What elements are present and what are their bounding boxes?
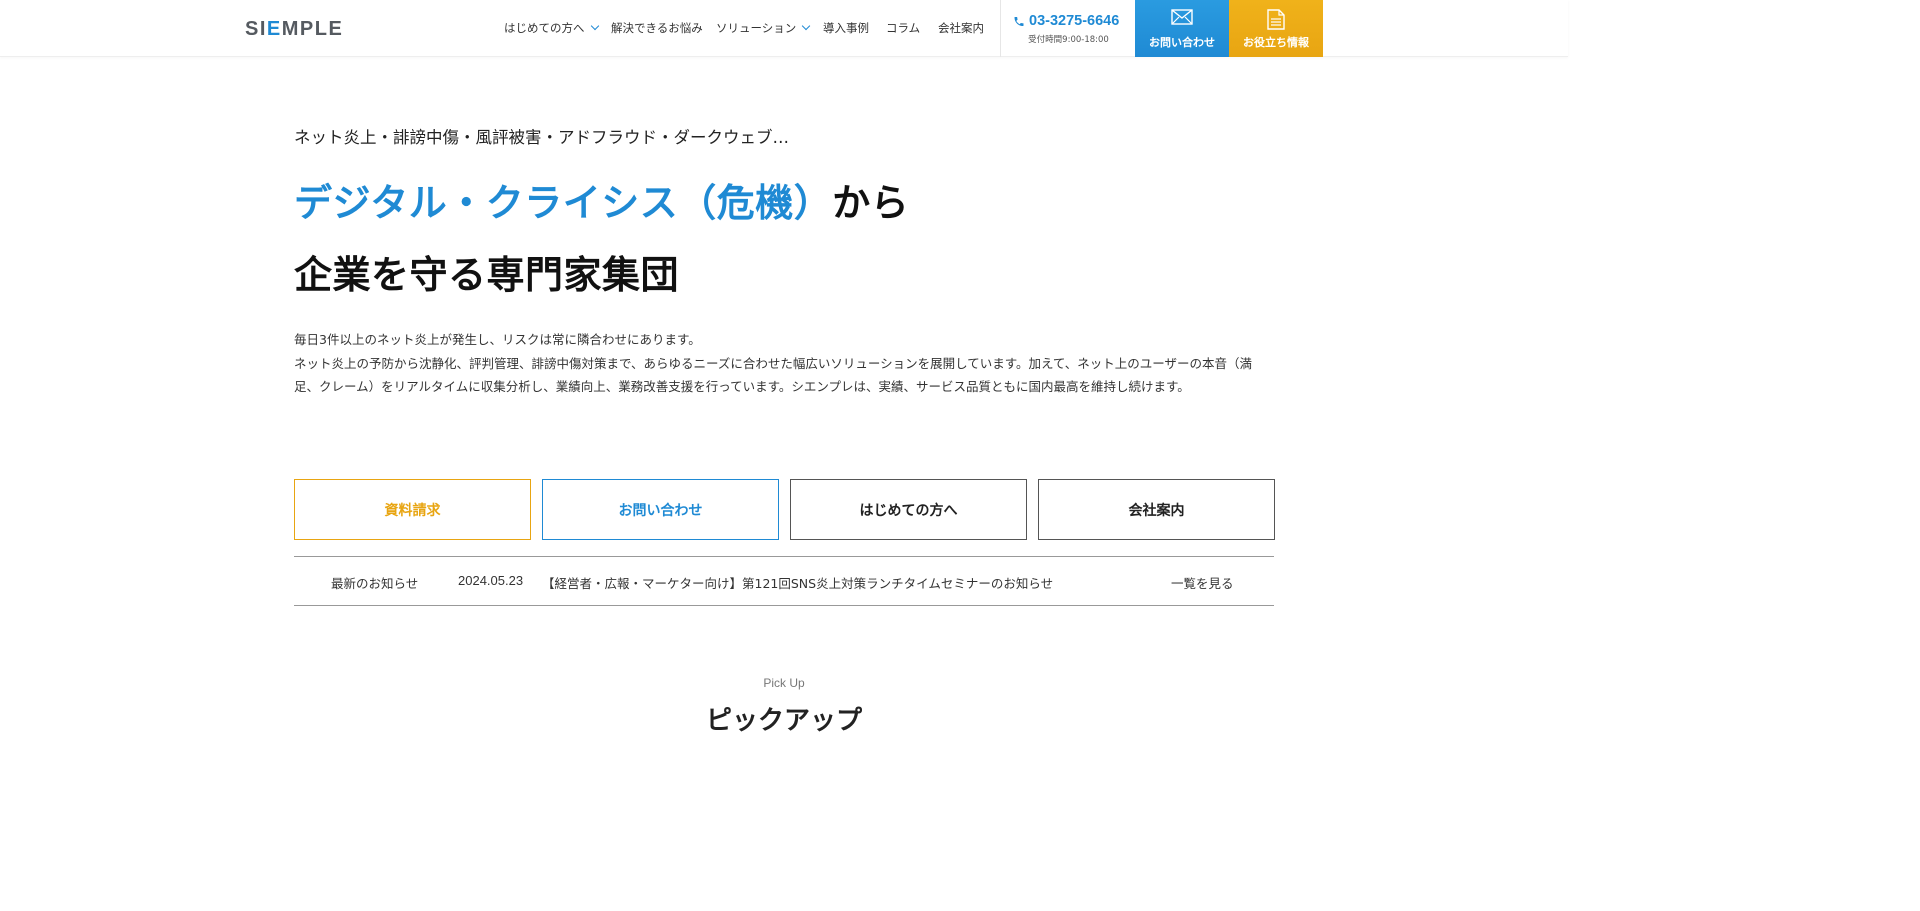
hero-headline-line2: 企業を守る専門家集団: [294, 253, 680, 297]
logo-text-accent: E: [266, 18, 282, 40]
nav-label: 導入事例: [823, 21, 869, 35]
header-contact-label: お問い合わせ: [1149, 36, 1215, 49]
chevron-down-icon: [590, 21, 599, 31]
logo-text-start: SI: [245, 18, 267, 40]
first-time-button[interactable]: はじめての方へ: [790, 479, 1027, 540]
nav-label: 会社案内: [938, 21, 984, 35]
latest-news-bar: 最新のお知らせ 2024.05.23 【経営者・広報・マーケター向け】第121回…: [294, 556, 1274, 606]
nav-item-cases[interactable]: 導入事例: [823, 20, 869, 36]
nav-item-company[interactable]: 会社案内: [938, 20, 984, 36]
news-view-all-link[interactable]: 一覧を見る: [1171, 573, 1234, 592]
company-info-button[interactable]: 会社案内: [1038, 479, 1275, 540]
site-header: SIEMPLE はじめての方へ 解決できるお悩み ソリューション 導入事例 コラ…: [0, 0, 1568, 57]
contact-button[interactable]: お問い合わせ: [542, 479, 779, 540]
hero-description-line1: 毎日3件以上のネット炎上が発生し、リスクは常に隣合わせにあります。: [294, 332, 701, 347]
site-logo[interactable]: SIEMPLE: [245, 18, 343, 41]
nav-label: コラム: [886, 21, 921, 35]
hero-tagline: ネット炎上・誹謗中傷・風評被害・アドフラウド・ダークウェブ…: [294, 128, 789, 147]
hero-headline-rest: から: [832, 181, 910, 225]
pickup-title: ピックアップ: [705, 706, 862, 736]
news-date: 2024.05.23: [458, 573, 524, 588]
hero-description-line2: ネット炎上の予防から沈静化、評判管理、誹謗中傷対策まで、あらゆるニーズに合わせた…: [294, 355, 1253, 395]
request-materials-button[interactable]: 資料請求: [294, 479, 531, 540]
hero-description: 毎日3件以上のネット炎上が発生し、リスクは常に隣合わせにあります。 ネット炎上の…: [294, 328, 1269, 399]
header-resources-button[interactable]: お役立ち情報: [1229, 0, 1323, 57]
chevron-down-icon: [802, 21, 811, 31]
nav-item-solutions[interactable]: ソリューション: [716, 20, 811, 36]
phone-number-text: 03-3275-6646: [1029, 13, 1120, 29]
nav-label: 解決できるお悩み: [611, 21, 703, 35]
phone-icon: [1014, 16, 1024, 26]
nav-label: はじめての方へ: [504, 21, 585, 35]
mail-icon: [1171, 9, 1193, 25]
nav-label: ソリューション: [716, 21, 797, 35]
nav-item-first-time[interactable]: はじめての方へ: [504, 20, 599, 36]
hero-headline-accent: デジタル・クライシス（危機）: [294, 181, 833, 225]
news-label: 最新のお知らせ: [331, 576, 419, 591]
hero-headline-line1: デジタル・クライシス（危機）から: [294, 172, 909, 227]
nav-item-problems[interactable]: 解決できるお悩み: [611, 20, 703, 36]
logo-text-end: MPLE: [281, 18, 344, 40]
phone-contact[interactable]: 03-3275-6646 受付時間9:00-18:00: [1000, 0, 1135, 57]
news-title-link[interactable]: 【経営者・広報・マーケター向け】第121回SNS炎上対策ランチタイムセミナーのお…: [542, 573, 1053, 592]
header-resources-label: お役立ち情報: [1243, 36, 1309, 49]
phone-number[interactable]: 03-3275-6646: [1013, 13, 1119, 29]
document-icon: [1267, 9, 1285, 30]
nav-item-column[interactable]: コラム: [886, 20, 920, 36]
pickup-subtitle: Pick Up: [763, 676, 805, 690]
header-contact-button[interactable]: お問い合わせ: [1135, 0, 1229, 57]
phone-hours: 受付時間9:00-18:00: [1028, 35, 1109, 45]
